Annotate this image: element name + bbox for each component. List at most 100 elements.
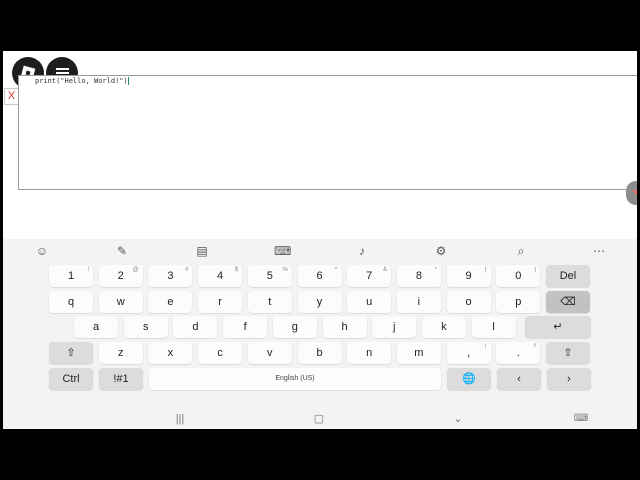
key-num-8[interactable]: 8 * xyxy=(396,265,441,287)
key-label: 6 xyxy=(316,270,323,282)
key-label: ‹ xyxy=(517,373,521,385)
key-symbols[interactable]: !#1 xyxy=(99,368,143,390)
code-editor-textbox[interactable]: print("Hello, World!") xyxy=(18,75,637,190)
key-label: u xyxy=(366,296,373,308)
key-num-1[interactable]: 1! xyxy=(49,265,93,287)
key-w[interactable]: w xyxy=(98,291,143,313)
key-label: j xyxy=(392,321,396,333)
key-label: x xyxy=(167,347,174,359)
keyboard-mode-icon[interactable]: ⌨ xyxy=(274,243,291,259)
key-v[interactable]: v xyxy=(247,342,292,364)
key-secondary-label: $ xyxy=(234,267,239,273)
key-arrow-right[interactable]: › xyxy=(547,368,591,390)
key-label: Ctrl xyxy=(62,373,80,385)
text-caret xyxy=(127,77,129,85)
key-arrow-left[interactable]: ‹ xyxy=(497,368,541,390)
key-num-3[interactable]: 3 # xyxy=(148,265,193,287)
key-m[interactable]: m xyxy=(396,342,441,364)
key-d[interactable]: d xyxy=(173,316,218,338)
key-language[interactable]: 🌐 xyxy=(447,368,491,390)
key-label: Del xyxy=(559,270,577,282)
key-enter[interactable]: ↵ xyxy=(525,316,591,338)
key-label: e xyxy=(167,296,174,308)
close-editor-button[interactable]: X xyxy=(4,88,19,105)
key-ctrl[interactable]: Ctrl xyxy=(49,368,93,390)
home-icon[interactable]: ▢ xyxy=(309,412,329,426)
key-x[interactable]: x xyxy=(148,342,193,364)
key-label: f xyxy=(243,321,247,333)
microphone-icon[interactable]: ♪ xyxy=(354,243,370,259)
key-u[interactable]: u xyxy=(347,291,392,313)
key-delete[interactable]: Del xyxy=(546,265,590,287)
key-e[interactable]: e xyxy=(148,291,193,313)
keyboard-hide-icon[interactable]: ⌨ xyxy=(571,412,591,426)
key-a[interactable]: a xyxy=(74,316,118,338)
key-space[interactable]: English (US) xyxy=(149,368,441,390)
key-h[interactable]: h xyxy=(322,316,367,338)
emoji-icon[interactable]: ☺ xyxy=(34,243,50,259)
key-shift-right[interactable]: ⇧ xyxy=(546,342,590,364)
key-label: l xyxy=(492,321,495,333)
key-f[interactable]: f xyxy=(223,316,268,338)
recents-icon[interactable]: ||| xyxy=(170,412,190,426)
key-label: !#1 xyxy=(113,373,129,385)
key-label: b xyxy=(316,347,323,359)
key-num-9[interactable]: 9( xyxy=(446,265,491,287)
back-icon[interactable]: ⌄ xyxy=(448,412,468,426)
key-r[interactable]: r xyxy=(198,291,243,313)
key-label: ↵ xyxy=(553,321,563,333)
key-label: . xyxy=(516,347,520,359)
key-label: g xyxy=(291,321,298,333)
key-n[interactable]: n xyxy=(347,342,392,364)
key-t[interactable]: t xyxy=(247,291,292,313)
settings-icon[interactable]: ⚙ xyxy=(433,243,449,259)
key-label: 🌐 xyxy=(462,373,476,385)
key-num-0[interactable]: 0) xyxy=(496,265,541,287)
key-i[interactable]: i xyxy=(396,291,441,313)
key-label: ⇧ xyxy=(563,347,573,359)
key-secondary-label: ? xyxy=(532,344,537,350)
key-label: d xyxy=(192,321,199,333)
key-label: w xyxy=(116,296,125,308)
key-g[interactable]: g xyxy=(272,316,317,338)
handwriting-icon[interactable]: ✎ xyxy=(114,243,130,259)
key-num-2[interactable]: 2 @ xyxy=(98,265,143,287)
key-label: q xyxy=(67,296,75,308)
key-label: n xyxy=(366,347,373,359)
app-screen: X print("Hello, World!") ☺ ✎ ▤ ⌨ ♪ ⚙ ⌕ ⋯… xyxy=(3,51,637,429)
key-secondary-label: # xyxy=(185,267,189,273)
more-icon[interactable]: ⋯ xyxy=(591,243,607,259)
key-num-7[interactable]: 7 & xyxy=(347,265,392,287)
key-label: p xyxy=(515,296,522,308)
key-num-4[interactable]: 4 $ xyxy=(198,265,243,287)
key-p[interactable]: p xyxy=(496,291,541,313)
key-label: k xyxy=(441,321,447,333)
key-l[interactable]: l xyxy=(471,316,516,338)
key-k[interactable]: k xyxy=(421,316,466,338)
key-label: 0 xyxy=(515,270,522,282)
key-c[interactable]: c xyxy=(198,342,243,364)
key-s[interactable]: s xyxy=(123,316,168,338)
key-b[interactable]: b xyxy=(297,342,342,364)
search-icon[interactable]: ⌕ xyxy=(513,243,529,259)
clipboard-icon[interactable]: ▤ xyxy=(194,243,210,259)
key-label: 4 xyxy=(217,270,224,282)
key-shift-left[interactable]: ⇧ xyxy=(49,342,93,364)
key-q[interactable]: q xyxy=(49,291,93,313)
scroll-handle[interactable] xyxy=(626,181,637,205)
key-label: o xyxy=(465,296,472,308)
system-navbar: ||| ▢ ⌄ ⌨ xyxy=(3,409,637,429)
key-backspace[interactable]: ⌫ xyxy=(546,291,590,313)
key-num-5[interactable]: 5% xyxy=(247,265,292,287)
key-num-6[interactable]: 6 ^ xyxy=(297,265,342,287)
key-label: i xyxy=(417,296,421,308)
key-y[interactable]: y xyxy=(297,291,342,313)
key-label: y xyxy=(316,296,323,308)
key-o[interactable]: o xyxy=(446,291,491,313)
key-period[interactable]: .? xyxy=(496,342,541,364)
key-j[interactable]: j xyxy=(372,316,417,338)
key-secondary-label: ) xyxy=(534,267,537,273)
key-label: m xyxy=(414,347,424,359)
key-z[interactable]: z xyxy=(98,342,143,364)
key-comma[interactable]: ,! xyxy=(446,342,491,364)
